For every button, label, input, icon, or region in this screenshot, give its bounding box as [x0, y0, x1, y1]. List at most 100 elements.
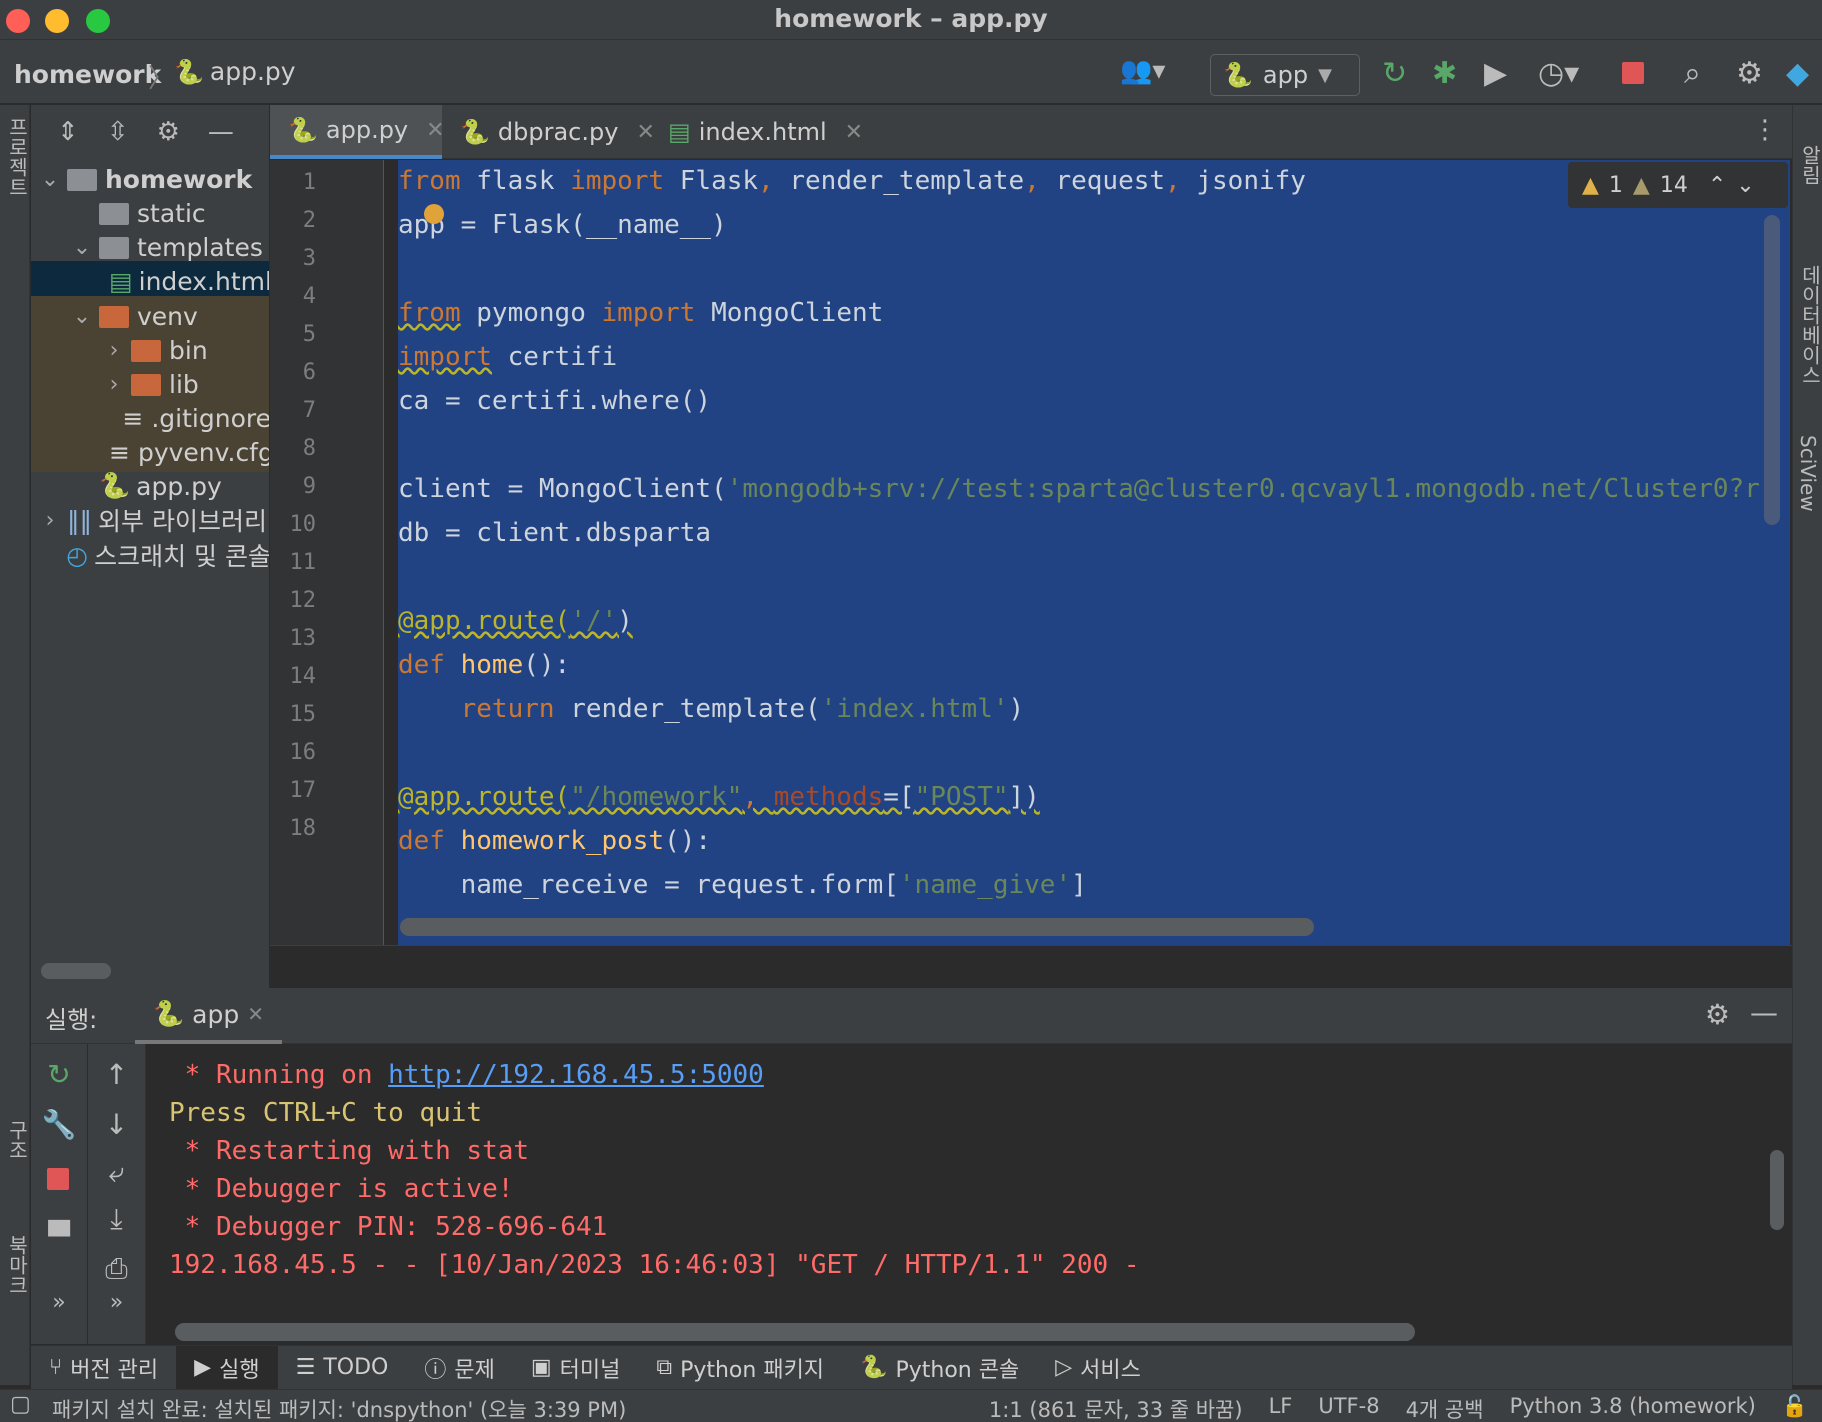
tab-dbprac-py[interactable]: 🐍 dbprac.py ✕ [442, 105, 673, 159]
run-tab-app[interactable]: 🐍 app ✕ [135, 988, 282, 1044]
expand-all-icon[interactable]: ⇕ [57, 117, 79, 147]
hide-run-panel-icon[interactable]: — [1750, 996, 1778, 1029]
modify-config-wrench-icon[interactable]: 🔧 [31, 1108, 87, 1141]
close-tab-icon[interactable]: ✕ [845, 120, 863, 145]
close-tab-icon[interactable]: ✕ [247, 1002, 264, 1026]
console-line-debugger-pin: * Debugger PIN: 528-696-641 [169, 1212, 608, 1242]
scroll-down-icon[interactable]: ↓ [88, 1108, 145, 1141]
tool-tab-python-packages[interactable]: ⧉ Python 패키지 [638, 1346, 842, 1390]
tree-item[interactable]: ▤ index.html [31, 261, 269, 301]
breadcrumb-file[interactable]: 🐍 app.py [174, 57, 296, 86]
bookmarks-tool-tab[interactable]: 북마크 [3, 1235, 32, 1295]
scroll-up-icon[interactable]: ↑ [88, 1058, 145, 1091]
caret-position[interactable]: 1:1 (861 문자, 33 줄 바꿈) [989, 1394, 1243, 1422]
console-line-running: * Running on http://192.168.45.5:5000 [169, 1060, 764, 1090]
run-settings-gear-icon[interactable]: ⚙ [1705, 998, 1730, 1031]
tool-tab-version-control[interactable]: ⑂ 버전 관리 [31, 1346, 176, 1390]
python-icon: 🐍 [1223, 61, 1253, 89]
tree-item[interactable]: ◴ 스크래치 및 콘솔 [31, 535, 269, 575]
more-actions-icon[interactable]: » [88, 1290, 145, 1315]
tool-tab-terminal[interactable]: ▣ 터미널 [513, 1346, 639, 1390]
hide-panel-icon[interactable]: — [208, 117, 234, 147]
lock-icon[interactable]: 🔓 [1782, 1394, 1808, 1422]
console-line-request-log: 192.168.45.5 - - [10/Jan/2023 16:46:03] … [169, 1250, 1140, 1280]
run-icon: ▶ [194, 1355, 212, 1380]
coverage-icon[interactable]: ▶ [1484, 56, 1507, 91]
jetbrains-logo-icon[interactable]: ◆ [1786, 56, 1809, 91]
run-configuration-select[interactable]: 🐍 app ▼ [1210, 54, 1360, 96]
layout-icon[interactable]: ▀ [31, 1220, 87, 1253]
status-message[interactable]: 패키지 설치 완료: 설치된 패키지: 'dnspython' (오늘 3:39… [52, 1394, 626, 1422]
notifications-tool-tab[interactable]: 알림 [1796, 145, 1822, 185]
intention-bulb-icon[interactable] [424, 204, 444, 224]
previous-highlight-icon[interactable]: ⌃ [1708, 173, 1726, 198]
settings-gear-icon[interactable]: ⚙ [1736, 56, 1763, 91]
tool-tab-python-console[interactable]: 🐍 Python 콘솔 [842, 1346, 1037, 1390]
project-toolbar: ⇕ ⇳ ⚙ — [31, 105, 269, 159]
scroll-to-end-icon[interactable]: ⤓ [88, 1202, 145, 1236]
indent-setting[interactable]: 4개 공백 [1406, 1394, 1484, 1422]
line-number: 12 [289, 588, 317, 613]
chevron-right-icon[interactable]: › [103, 372, 125, 397]
line-separator[interactable]: LF [1269, 1394, 1293, 1422]
print-icon[interactable]: ⎙ [88, 1252, 145, 1286]
todo-icon: ☰ [295, 1355, 316, 1380]
tool-tab-problems[interactable]: ⓘ 문제 [406, 1346, 513, 1390]
chevron-right-icon[interactable]: › [39, 508, 61, 533]
tree-item-label: bin [169, 335, 208, 365]
editor-horizontal-scrollbar[interactable] [400, 918, 1314, 936]
next-highlight-icon[interactable]: ⌄ [1736, 173, 1754, 198]
breadcrumb-project[interactable]: homework [14, 60, 161, 89]
console-vertical-scrollbar[interactable] [1770, 1150, 1784, 1230]
project-settings-gear-icon[interactable]: ⚙ [157, 117, 180, 147]
tool-tab-label: 터미널 [559, 1357, 621, 1383]
server-url-link[interactable]: http://192.168.45.5:5000 [388, 1060, 764, 1090]
tool-tab-run[interactable]: ▶ 실행 [176, 1345, 278, 1390]
tree-scrollbar[interactable] [41, 963, 111, 979]
code-line: client = MongoClient('mongodb+srv://test… [398, 474, 1760, 504]
project-tool-tab[interactable]: 프로젝트 [3, 117, 32, 197]
file-encoding[interactable]: UTF-8 [1318, 1394, 1379, 1422]
toggle-tool-windows-icon[interactable]: ▢ [10, 1392, 31, 1417]
account-icon[interactable]: 👥▾ [1120, 56, 1165, 86]
collapse-all-icon[interactable]: ⇳ [107, 117, 129, 147]
line-number: 10 [289, 512, 317, 537]
run-console[interactable]: * Running on http://192.168.45.5:5000 Pr… [147, 1044, 1762, 1344]
stop-icon[interactable] [47, 1168, 69, 1190]
search-icon[interactable]: ⌕ [1684, 56, 1701, 91]
tree-item-label: .gitignore [151, 403, 269, 433]
file-icon: ≡ [122, 403, 144, 433]
console-horizontal-scrollbar[interactable] [175, 1323, 1415, 1341]
sciview-tool-tab[interactable]: SciView [1796, 435, 1820, 512]
more-actions-icon[interactable]: » [31, 1290, 87, 1315]
tab-app-py[interactable]: 🐍 app.py ✕ [270, 105, 445, 159]
more-tabs-icon[interactable]: ⋮ [1752, 115, 1778, 145]
run-toolbar-primary: ↻ 🔧 ▀ » [31, 1044, 87, 1344]
database-tool-tab[interactable]: 데이터베이스 [1796, 265, 1822, 385]
stop-icon[interactable] [1622, 62, 1644, 84]
chevron-down-icon[interactable]: ⌄ [71, 304, 93, 329]
tool-tab-services[interactable]: ▷ 서비스 [1037, 1346, 1159, 1390]
code-editor[interactable]: from flask import Flask, render_template… [398, 160, 1790, 945]
python-console-icon: 🐍 [860, 1355, 888, 1380]
scratch-icon: ◴ [66, 540, 89, 570]
soft-wrap-icon[interactable]: ⤶ [88, 1156, 145, 1190]
chevron-down-icon[interactable]: ⌄ [71, 235, 93, 260]
inspection-widget[interactable]: ▲ 1 ▲ 14 ⌃ ⌄ [1568, 162, 1788, 208]
chevron-right-icon[interactable]: › [103, 338, 125, 363]
editor-vertical-scrollbar[interactable] [1764, 215, 1780, 525]
code-line: app = Flask(__name__) [398, 210, 727, 240]
debug-icon[interactable]: ✱ [1432, 56, 1457, 91]
excluded-folder-icon [131, 340, 161, 362]
tool-tab-todo[interactable]: ☰ TODO [278, 1346, 407, 1390]
line-number: 13 [289, 626, 317, 651]
python-interpreter[interactable]: Python 3.8 (homework) [1510, 1394, 1756, 1422]
profile-icon[interactable]: ◷▾ [1538, 56, 1579, 91]
tab-index-html[interactable]: ▤ index.html ✕ [650, 105, 881, 159]
tree-item[interactable]: › ‖‖ 외부 라이브러리 [31, 500, 269, 540]
structure-tool-tab[interactable]: 구조 [3, 1120, 32, 1160]
code-line: @app.route('/') [398, 606, 633, 636]
rerun-icon[interactable]: ↻ [1382, 56, 1407, 91]
rerun-icon[interactable]: ↻ [31, 1058, 87, 1091]
chevron-down-icon[interactable]: ⌄ [39, 167, 61, 192]
